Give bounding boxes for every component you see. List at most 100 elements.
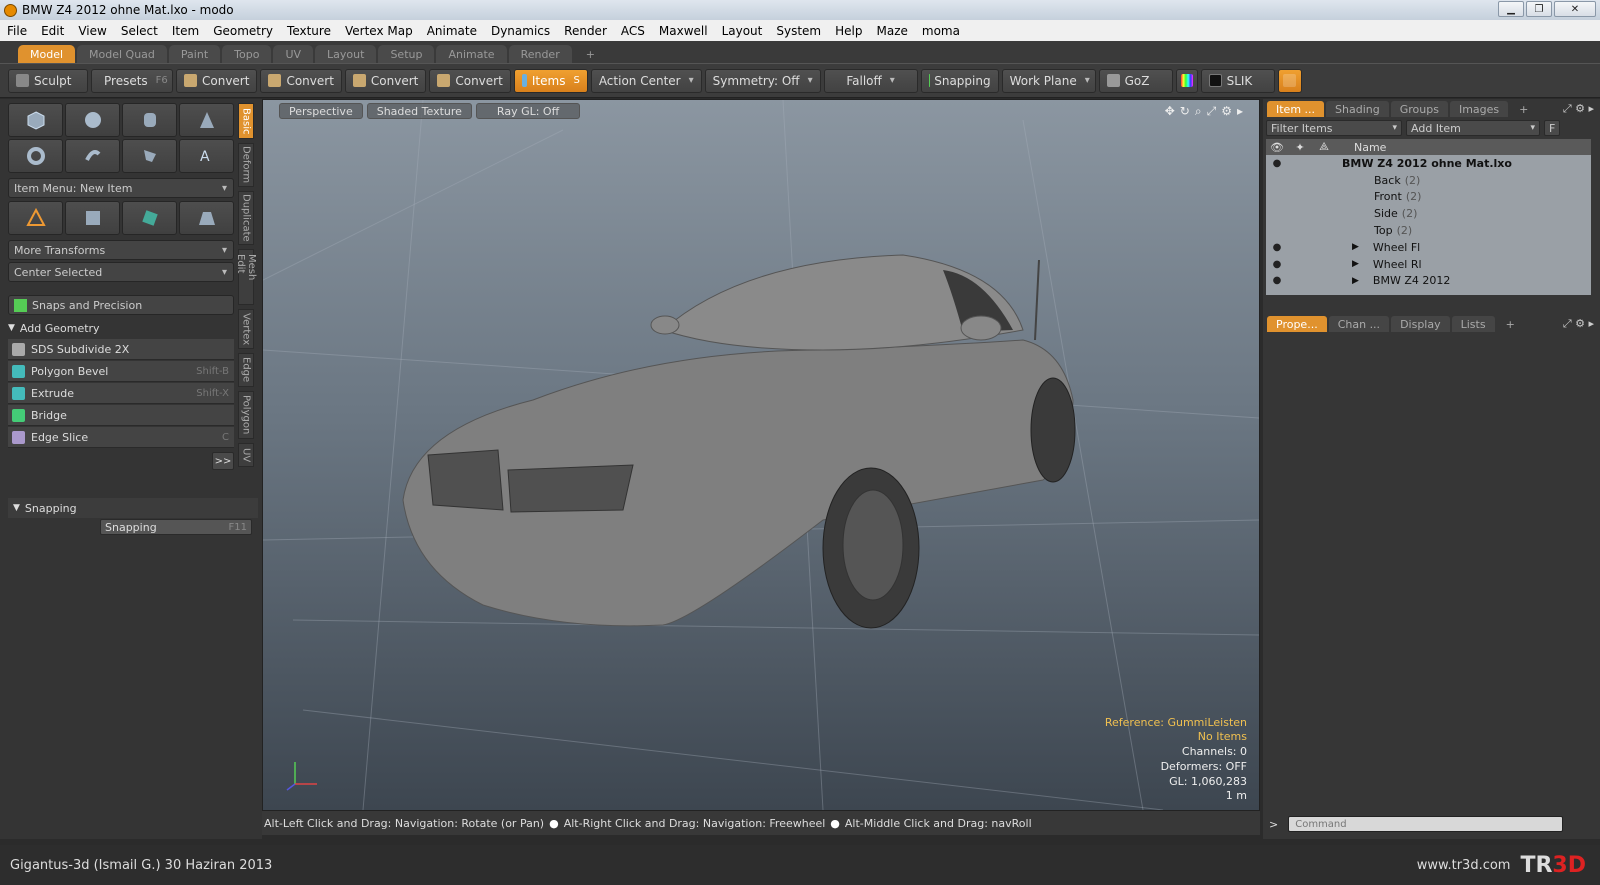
menu-geometry[interactable]: Geometry	[206, 24, 280, 38]
cone-tool[interactable]	[179, 103, 234, 137]
vtab-deform[interactable]: Deform	[238, 143, 254, 187]
rotate-icon[interactable]: ↻	[1180, 104, 1190, 119]
vtab-mesh-edit[interactable]: Mesh Edit	[235, 249, 257, 305]
capsule-tool[interactable]	[65, 139, 120, 173]
presets-button[interactable]: Presets F6	[91, 68, 173, 93]
tab-channels[interactable]: Chan ...	[1328, 316, 1390, 332]
view-mode-button[interactable]: Perspective	[279, 103, 363, 119]
extrude-button[interactable]: Extrude Shift-X	[8, 383, 234, 404]
menu-maze[interactable]: Maze	[869, 24, 914, 38]
zoom-icon[interactable]: ⌕	[1195, 104, 1202, 119]
render-column-icon[interactable]: ⟁	[1312, 140, 1336, 154]
symmetry-dropdown[interactable]: Symmetry: Off	[704, 68, 821, 93]
menu-acs[interactable]: ACS	[614, 24, 652, 38]
tab-animate[interactable]: Animate	[436, 45, 507, 63]
menu-layout[interactable]: Layout	[715, 24, 770, 38]
menu-select[interactable]: Select	[114, 24, 165, 38]
panel-options-icon[interactable]: ⤢ ⚙ ▸	[1563, 317, 1594, 331]
list-item[interactable]: Back (2)	[1266, 172, 1591, 189]
items-mode-button[interactable]: Items S	[513, 68, 588, 93]
menu-dynamics[interactable]: Dynamics	[484, 24, 557, 38]
menu-texture[interactable]: Texture	[280, 24, 338, 38]
eye-icon[interactable]: ●	[1266, 158, 1288, 169]
vtab-edge[interactable]: Edge	[238, 353, 254, 387]
list-item[interactable]: ● ▶ BMW Z4 2012	[1266, 273, 1591, 290]
color-picker-button[interactable]	[1175, 68, 1198, 93]
close-button[interactable]: ✕	[1554, 1, 1596, 17]
vtab-basic[interactable]: Basic	[238, 103, 254, 139]
raygl-button[interactable]: Ray GL: Off	[475, 103, 581, 119]
tab-setup[interactable]: Setup	[378, 45, 435, 63]
torus-tool[interactable]	[8, 139, 63, 173]
list-item[interactable]: Side (2)	[1266, 205, 1591, 222]
convert-button-3[interactable]: Convert	[344, 68, 427, 93]
menu-animate[interactable]: Animate	[420, 24, 484, 38]
expand-icon[interactable]: ▶	[1352, 276, 1359, 286]
command-input[interactable]: Command	[1288, 816, 1564, 832]
text-tool[interactable]: A	[179, 139, 234, 173]
list-item[interactable]: Front (2)	[1266, 189, 1591, 206]
menu-view[interactable]: View	[71, 24, 113, 38]
tab-paint[interactable]: Paint	[168, 45, 221, 63]
more-transforms-dropdown[interactable]: More Transforms	[8, 240, 234, 260]
tab-groups[interactable]: Groups	[1390, 101, 1448, 117]
vtab-vertex[interactable]: Vertex	[238, 309, 254, 349]
fit-icon[interactable]: ⤢	[1207, 104, 1217, 119]
add-item-dropdown[interactable]: Add Item ▾	[1406, 120, 1540, 136]
mesh-tool[interactable]	[122, 201, 177, 235]
snapping-button[interactable]: Snapping	[920, 68, 999, 93]
transform-tool[interactable]	[8, 201, 63, 235]
gear-icon[interactable]: ⚙	[1221, 104, 1232, 119]
plane-tool[interactable]	[179, 201, 234, 235]
minimize-button[interactable]: ▁	[1498, 1, 1524, 17]
convert-button-1[interactable]: Convert	[176, 68, 258, 93]
vtab-uv[interactable]: UV	[238, 443, 254, 467]
hand-tool-button[interactable]	[1277, 68, 1302, 93]
menu-system[interactable]: System	[769, 24, 828, 38]
add-geometry-header[interactable]: ▼ Add Geometry	[8, 318, 234, 338]
work-plane-dropdown[interactable]: Work Plane	[1001, 68, 1096, 93]
goz-button[interactable]: GoZ	[1098, 68, 1173, 93]
lock-column-icon[interactable]: ✦	[1288, 141, 1312, 154]
3d-viewport[interactable]: Perspective Shaded Texture Ray GL: Off ✥…	[262, 99, 1260, 811]
menu-maxwell[interactable]: Maxwell	[652, 24, 715, 38]
expand-icon[interactable]: ▶	[1352, 259, 1359, 269]
center-selected-dropdown[interactable]: Center Selected	[8, 262, 234, 282]
menu-item[interactable]: Item	[165, 24, 206, 38]
list-item[interactable]: Top (2)	[1266, 222, 1591, 239]
menu-render[interactable]: Render	[557, 24, 614, 38]
panel-options-icon[interactable]: ⤢ ⚙ ▸	[1563, 102, 1594, 116]
tab-display[interactable]: Display	[1391, 316, 1450, 332]
snapping-section-header[interactable]: ▼ Snapping	[8, 498, 258, 518]
tab-topo[interactable]: Topo	[222, 45, 272, 63]
expand-icon[interactable]: ▶	[1352, 242, 1359, 252]
visibility-column-icon[interactable]: 👁	[1266, 141, 1288, 154]
vtab-duplicate[interactable]: Duplicate	[238, 191, 254, 245]
filter-items-dropdown[interactable]: Filter Items ▾	[1266, 120, 1402, 136]
pen-tool[interactable]	[122, 139, 177, 173]
maximize-button[interactable]: ❐	[1526, 1, 1552, 17]
falloff-dropdown[interactable]: Falloff	[823, 68, 918, 93]
bridge-button[interactable]: Bridge	[8, 405, 234, 426]
tab-uv[interactable]: UV	[273, 45, 314, 63]
add-tab-button[interactable]: +	[574, 45, 607, 63]
slik-button[interactable]: SLIK	[1200, 68, 1275, 93]
more-tools-button[interactable]: >>	[212, 452, 234, 470]
add-tab-button[interactable]: +	[1497, 316, 1524, 332]
grid-tool[interactable]	[65, 201, 120, 235]
tab-model[interactable]: Model	[18, 45, 76, 63]
convert-button-4[interactable]: Convert	[429, 68, 511, 93]
shading-mode-button[interactable]: Shaded Texture	[366, 103, 472, 119]
cube-tool[interactable]	[8, 103, 63, 137]
tab-render[interactable]: Render	[508, 45, 572, 63]
tab-layout[interactable]: Layout	[315, 45, 377, 63]
sphere-tool[interactable]	[65, 103, 120, 137]
item-menu-dropdown[interactable]: Item Menu: New Item	[8, 178, 234, 198]
eye-icon[interactable]: ●	[1266, 242, 1288, 253]
tab-model-quad[interactable]: Model Quad	[77, 45, 167, 63]
sds-subdivide-button[interactable]: SDS Subdivide 2X	[8, 339, 234, 360]
tab-lists[interactable]: Lists	[1451, 316, 1495, 332]
list-item[interactable]: ● ▶ Wheel Rl	[1266, 256, 1591, 273]
vtab-polygon[interactable]: Polygon	[238, 391, 254, 439]
snapping-toggle-button[interactable]: Snapping F11	[100, 519, 252, 535]
